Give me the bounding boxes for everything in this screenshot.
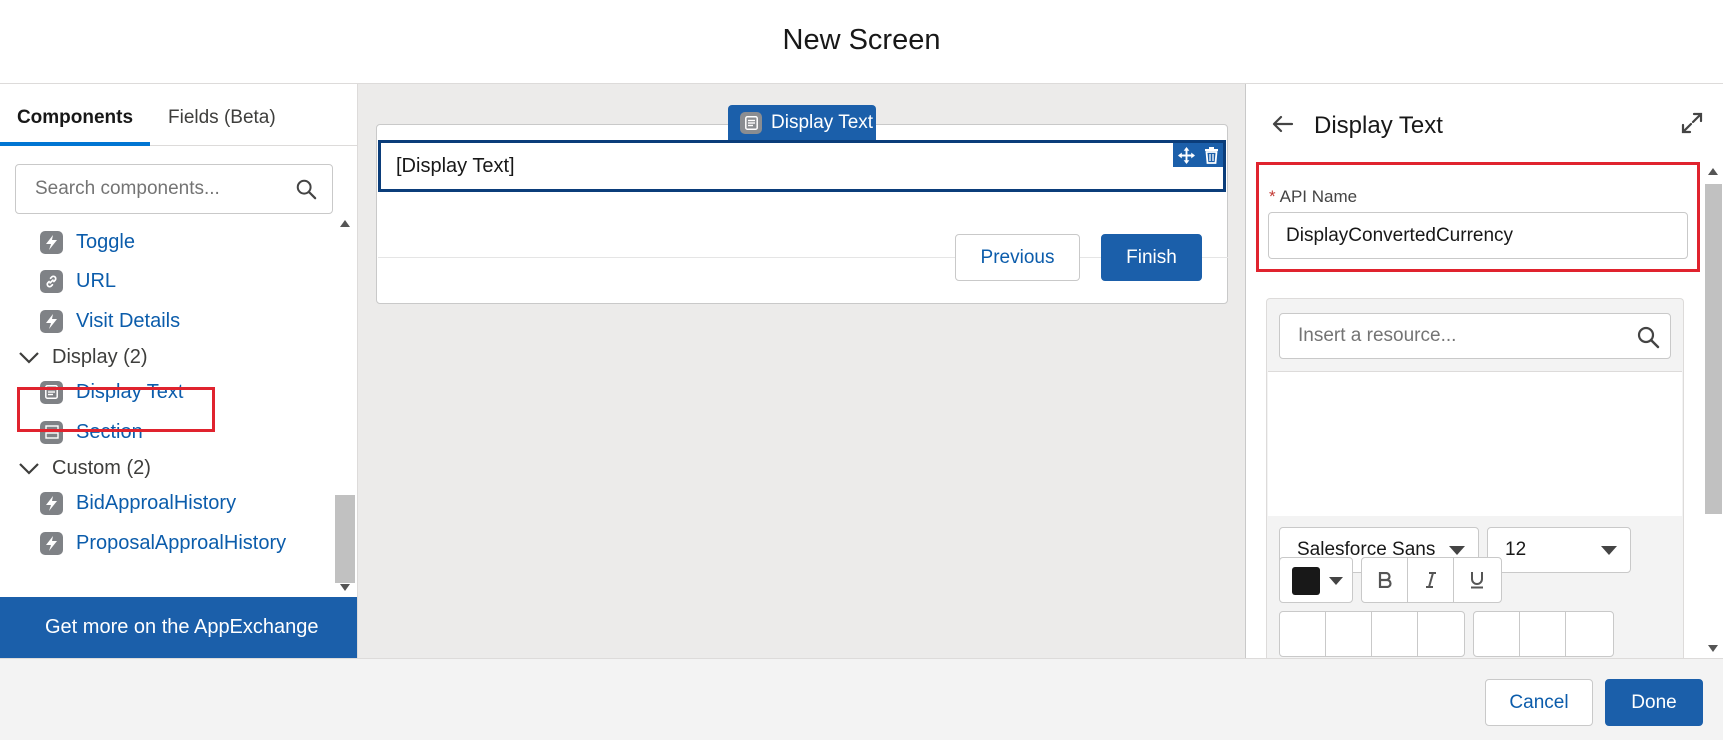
done-button[interactable]: Done bbox=[1605, 679, 1703, 726]
api-name-label: * API Name bbox=[1269, 187, 1358, 206]
text-icon bbox=[740, 112, 762, 134]
back-arrow-icon[interactable] bbox=[1271, 112, 1295, 136]
highlight-box bbox=[17, 387, 215, 432]
scroll-down-arrow-icon[interactable] bbox=[340, 584, 350, 591]
rich-text-editor: Salesforce Sans 12 bbox=[1266, 298, 1684, 658]
scroll-down-arrow-icon[interactable] bbox=[1708, 645, 1718, 652]
components-panel: Components Fields (Beta) Toggle URL Visi… bbox=[0, 84, 358, 658]
text-color-button[interactable] bbox=[1279, 557, 1353, 603]
tab-components[interactable]: Components bbox=[0, 84, 150, 146]
chevron-down-icon bbox=[1329, 577, 1343, 585]
component-item-label: ProposalApproalHistory bbox=[76, 531, 287, 554]
properties-panel: Display Text *API Name Salesforce Sans 1… bbox=[1245, 84, 1723, 658]
underline-icon bbox=[1471, 572, 1483, 589]
scroll-up-arrow-icon[interactable] bbox=[340, 220, 350, 227]
component-tag-label: Display Text bbox=[771, 112, 874, 133]
chevron-down-icon bbox=[19, 352, 39, 364]
api-name-input[interactable] bbox=[1268, 212, 1688, 259]
numbered-list-button[interactable] bbox=[1326, 612, 1372, 656]
selected-component-tag: Display Text bbox=[728, 105, 876, 141]
component-item-bidapproalhistory[interactable]: BidApproalHistory bbox=[40, 485, 236, 521]
component-item-label: URL bbox=[76, 269, 117, 292]
modal-header: New Screen bbox=[0, 0, 1723, 84]
outdent-button[interactable] bbox=[1418, 612, 1464, 656]
properties-scrollbar[interactable] bbox=[1703, 162, 1723, 658]
component-item-label: Toggle bbox=[76, 230, 135, 253]
group-custom[interactable]: Custom (2) bbox=[18, 450, 151, 486]
bullet-list-button[interactable] bbox=[1280, 612, 1326, 656]
group-display[interactable]: Display (2) bbox=[18, 339, 148, 375]
chevron-down-icon bbox=[1449, 546, 1465, 555]
resource-picker bbox=[1279, 313, 1671, 359]
link-icon bbox=[40, 269, 63, 293]
rich-text-content-area[interactable] bbox=[1268, 371, 1682, 516]
color-swatch bbox=[1292, 567, 1320, 595]
search-components-input[interactable] bbox=[17, 166, 287, 212]
tab-fields-beta[interactable]: Fields (Beta) bbox=[168, 84, 276, 146]
text-style-group bbox=[1361, 557, 1502, 603]
alignment-group bbox=[1473, 611, 1614, 657]
component-item-label: BidApproalHistory bbox=[76, 491, 237, 514]
expand-icon[interactable] bbox=[1681, 112, 1703, 134]
font-size-value: 12 bbox=[1505, 539, 1527, 560]
panel-tabs: Components Fields (Beta) bbox=[0, 84, 357, 146]
search-icon[interactable] bbox=[295, 178, 317, 200]
component-item-visit-details[interactable]: Visit Details bbox=[40, 303, 180, 339]
underline-button[interactable] bbox=[1454, 558, 1500, 602]
component-item-url[interactable]: URL bbox=[40, 263, 116, 299]
cancel-button[interactable]: Cancel bbox=[1485, 679, 1593, 726]
scrollbar-thumb[interactable] bbox=[335, 495, 355, 583]
bold-button[interactable] bbox=[1362, 558, 1408, 602]
italic-button[interactable] bbox=[1408, 558, 1454, 602]
required-marker: * bbox=[1269, 187, 1276, 206]
group-label: Custom (2) bbox=[52, 456, 151, 479]
finish-button[interactable]: Finish bbox=[1101, 234, 1202, 281]
bolt-icon bbox=[40, 230, 63, 254]
move-icon[interactable] bbox=[1177, 146, 1195, 164]
bolt-icon bbox=[40, 309, 63, 333]
bolt-icon bbox=[40, 531, 63, 555]
bolt-icon bbox=[40, 491, 63, 515]
component-placeholder-text: [Display Text] bbox=[396, 155, 515, 177]
display-text-component[interactable]: [Display Text] bbox=[378, 140, 1226, 192]
search-icon[interactable] bbox=[1636, 325, 1660, 349]
previous-button[interactable]: Previous bbox=[955, 234, 1080, 281]
component-item-toggle[interactable]: Toggle bbox=[40, 224, 135, 260]
chevron-down-icon bbox=[19, 463, 39, 475]
trash-icon[interactable] bbox=[1204, 146, 1219, 164]
page-title: New Screen bbox=[782, 24, 941, 56]
align-center-button[interactable] bbox=[1520, 612, 1566, 656]
align-left-button[interactable] bbox=[1474, 612, 1520, 656]
scrollbar-thumb[interactable] bbox=[1705, 184, 1722, 514]
list-format-group bbox=[1279, 611, 1465, 657]
font-size-select[interactable]: 12 bbox=[1487, 527, 1631, 573]
group-label: Display (2) bbox=[52, 345, 148, 368]
api-name-highlight-box: * API Name bbox=[1256, 162, 1700, 272]
italic-icon bbox=[1425, 572, 1436, 588]
component-item-label: Visit Details bbox=[76, 309, 181, 332]
align-right-button[interactable] bbox=[1566, 612, 1612, 656]
component-item-proposalapproalhistory[interactable]: ProposalApproalHistory bbox=[40, 525, 286, 561]
bold-icon bbox=[1378, 572, 1392, 588]
appexchange-link[interactable]: Get more on the AppExchange bbox=[0, 597, 357, 658]
insert-resource-input[interactable] bbox=[1280, 314, 1630, 358]
screen-canvas: Display Text [Display Text] bbox=[358, 84, 1245, 658]
scroll-up-arrow-icon[interactable] bbox=[1708, 168, 1718, 175]
component-search bbox=[15, 164, 333, 214]
modal-footer: Cancel Done bbox=[0, 658, 1723, 740]
indent-button[interactable] bbox=[1372, 612, 1418, 656]
component-actions bbox=[1173, 143, 1223, 167]
properties-title: Display Text bbox=[1314, 112, 1443, 139]
chevron-down-icon bbox=[1601, 546, 1617, 555]
component-list-scrollbar[interactable] bbox=[335, 214, 355, 594]
